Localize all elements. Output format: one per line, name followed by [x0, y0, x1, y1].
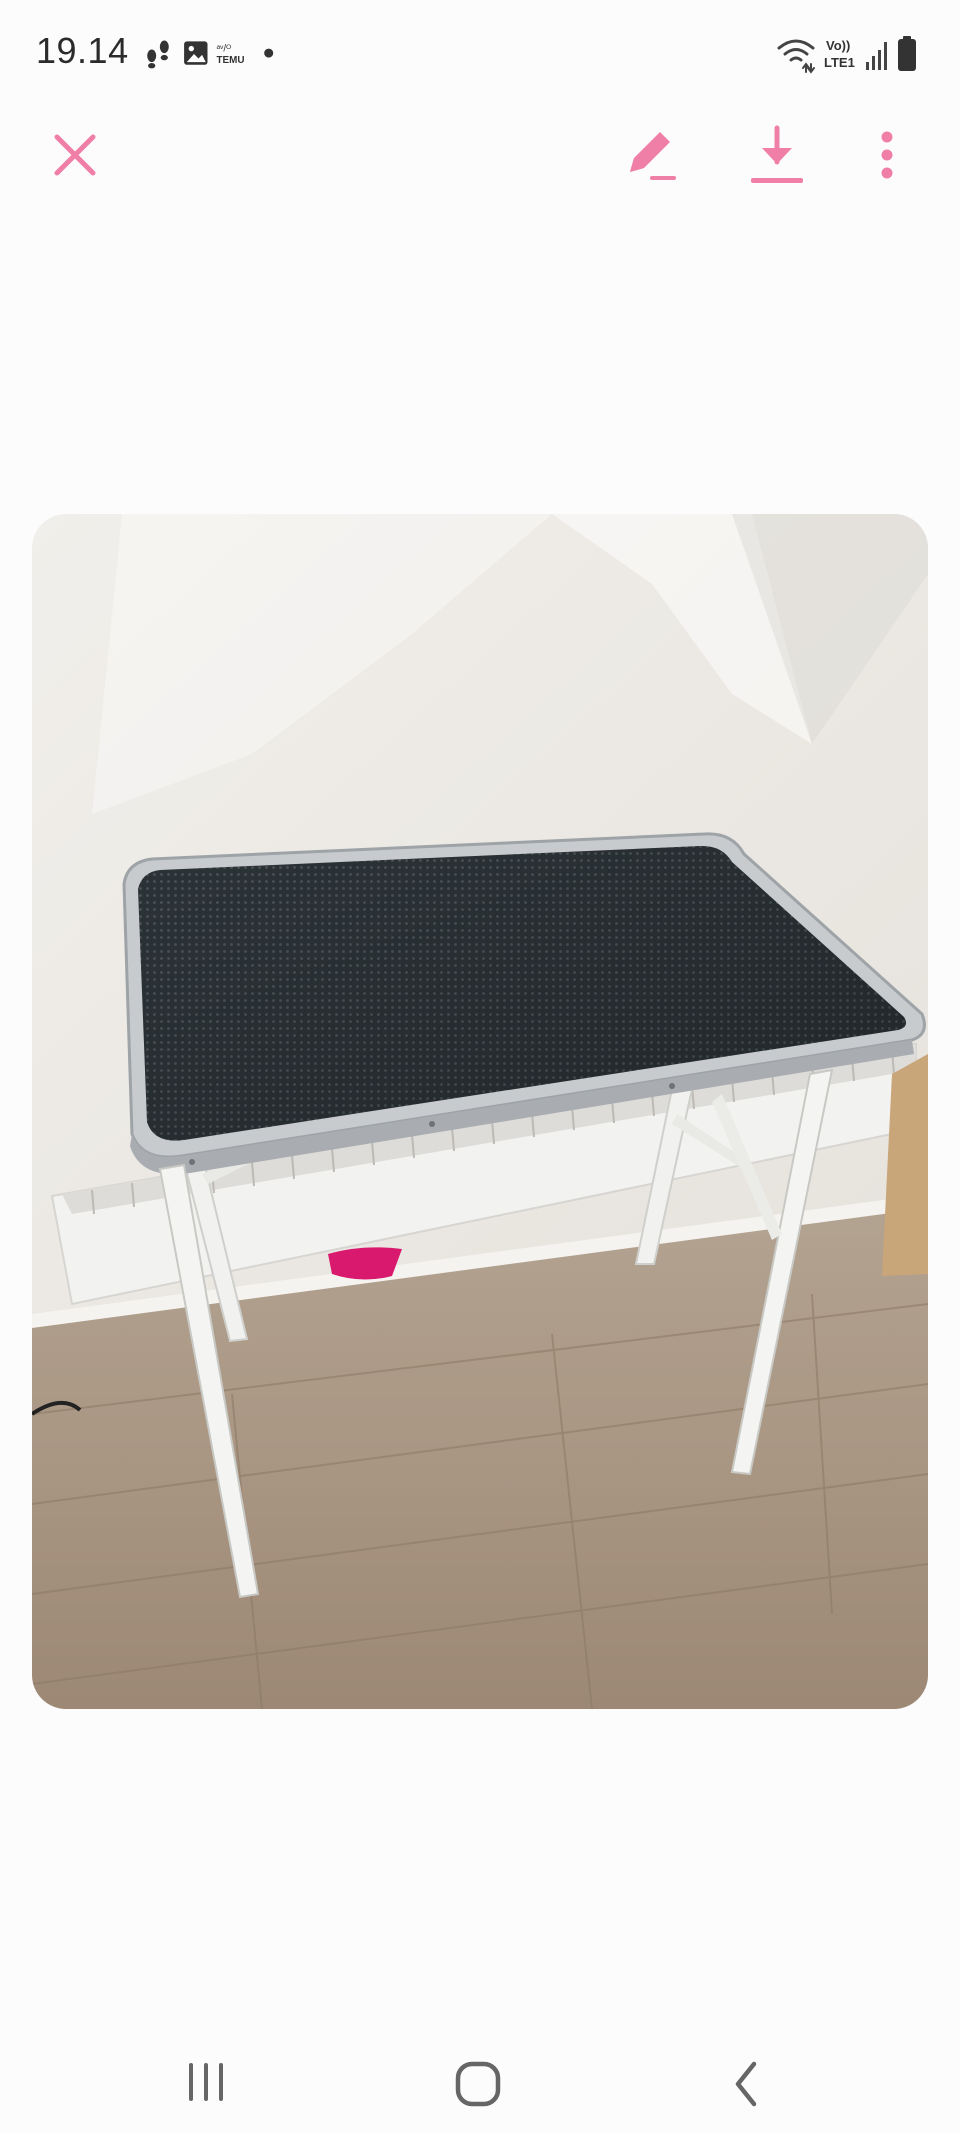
recent-apps-icon[interactable]: [184, 2060, 228, 2106]
grooming-table-photo: [32, 514, 928, 1709]
more-options-icon[interactable]: [872, 128, 902, 188]
footprints-icon: [147, 40, 169, 69]
status-time: 19.14: [36, 30, 129, 71]
viewer-toolbar: [0, 110, 960, 200]
status-right-icons: Vo)) LTE1: [777, 36, 916, 74]
signal-icon: [866, 42, 887, 70]
volte-icon: Vo)) LTE1: [824, 38, 855, 70]
battery-icon: [898, 36, 916, 71]
system-navigation-bar: [0, 2020, 960, 2133]
status-left-icons: ᵃᵛ/ᴼ TEMU: [147, 40, 274, 69]
edit-icon[interactable]: [620, 126, 680, 186]
gallery-icon: [184, 41, 208, 65]
volte-line1: Vo)): [826, 38, 850, 53]
notification-dot-icon: [264, 48, 274, 58]
photo-viewer-image[interactable]: [32, 514, 928, 1709]
temu-app-icon: ᵃᵛ/ᴼ TEMU: [217, 43, 245, 66]
temu-line1: ᵃᵛ/ᴼ: [217, 43, 232, 54]
download-icon[interactable]: [748, 124, 806, 188]
status-bar: 19.14 ᵃᵛ/ᴼ TEMU Vo)) LTE1: [0, 0, 960, 110]
temu-line2: TEMU: [217, 55, 245, 66]
close-icon[interactable]: [50, 130, 100, 180]
volte-line2: LTE1: [824, 55, 855, 70]
home-icon[interactable]: [454, 2060, 502, 2108]
back-icon[interactable]: [728, 2060, 764, 2108]
wifi-icon: [777, 39, 815, 74]
